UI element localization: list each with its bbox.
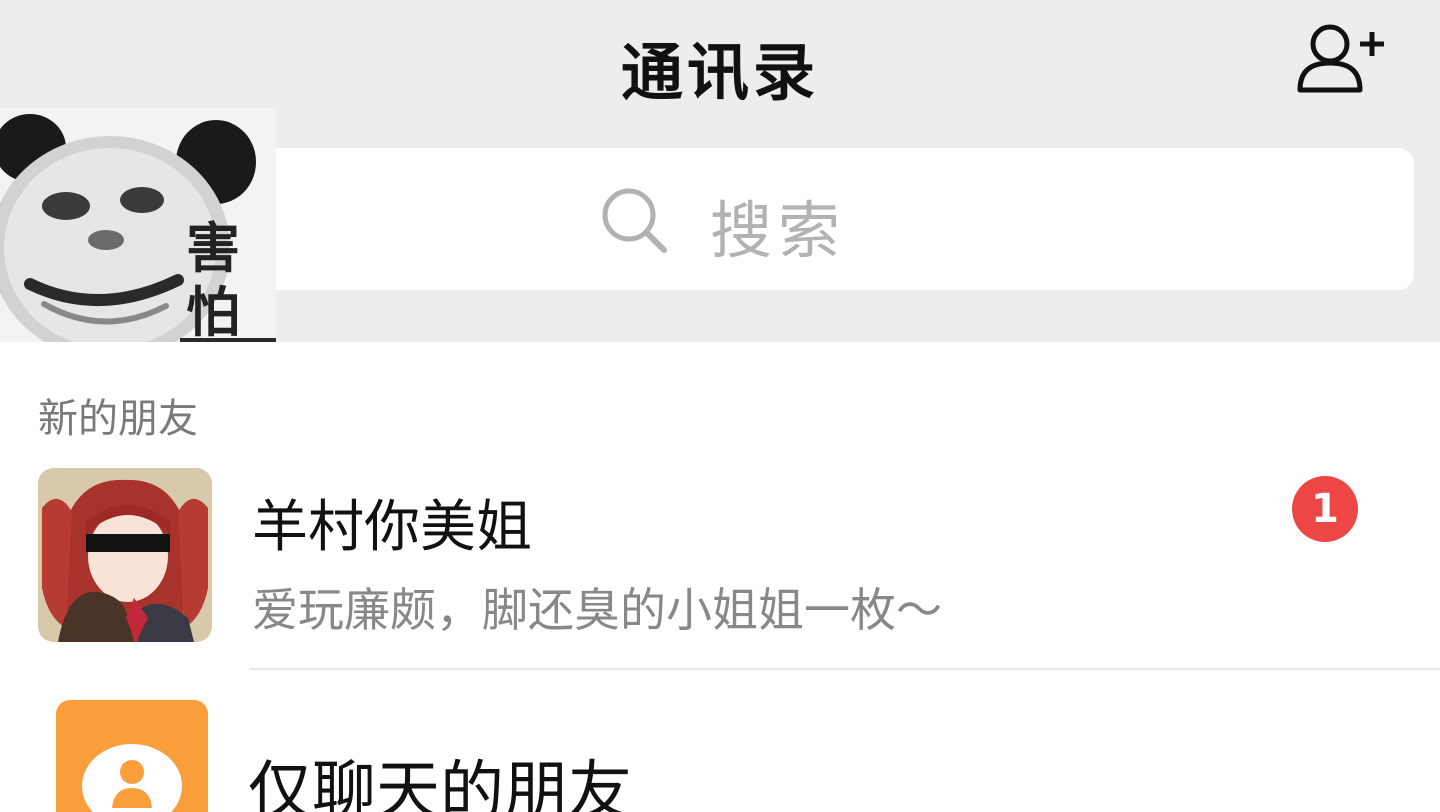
sticker-text-bottom: 怕: [186, 281, 240, 344]
section-label-new-friends: 新的朋友: [38, 396, 198, 442]
panda-meme-sticker: 害 怕: [0, 108, 276, 360]
chat-only-friends-icon: [56, 700, 208, 812]
add-contact-icon[interactable]: [1292, 20, 1388, 96]
page-title: 通讯录: [620, 36, 819, 109]
nav-bar: 通讯录: [0, 0, 1440, 120]
chat-only-friends-item[interactable]: 仅聊天的朋友: [0, 670, 1440, 812]
chat-only-friends-label: 仅聊天的朋友: [248, 755, 632, 812]
avatar: [38, 468, 212, 642]
unread-badge: 1: [1292, 476, 1358, 542]
contact-list: 新的朋友 羊村你美姐 爱玩廉颇，脚还臭的小姐姐一枚～ 1 仅聊天的朋友: [0, 342, 1440, 812]
search-icon: [602, 188, 667, 253]
new-friend-item[interactable]: 羊村你美姐 爱玩廉颇，脚还臭的小姐姐一枚～ 1: [0, 452, 1440, 668]
anime-girl-avatar-image: [38, 468, 212, 642]
friend-description: 爱玩廉颇，脚还臭的小姐姐一枚～: [252, 583, 942, 637]
friend-name: 羊村你美姐: [252, 495, 532, 560]
search-input[interactable]: 搜索: [250, 148, 1414, 290]
search-placeholder: 搜索: [710, 194, 847, 267]
